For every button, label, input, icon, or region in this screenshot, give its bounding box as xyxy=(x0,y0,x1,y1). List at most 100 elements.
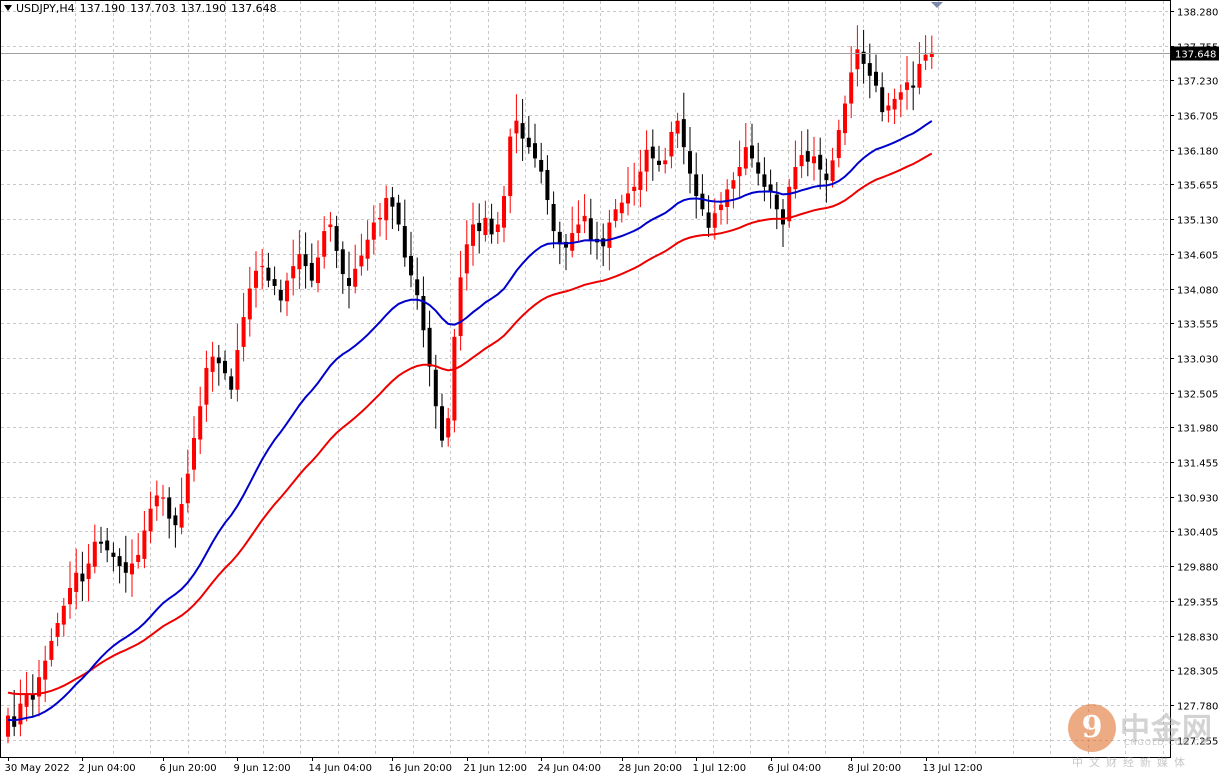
candle-body xyxy=(167,497,172,519)
candle-body xyxy=(216,357,221,364)
candle-body xyxy=(68,587,72,605)
chart-header: USDJPY,H4 137.190 137.703 137.190 137.648 xyxy=(4,2,282,15)
candle-body xyxy=(849,72,854,104)
collapse-triangle-icon[interactable] xyxy=(4,5,12,11)
candle-body xyxy=(303,254,308,267)
candle-body xyxy=(880,87,885,113)
candle-body xyxy=(390,197,395,207)
candle-body xyxy=(297,254,302,270)
y-tick-label: 128.305 xyxy=(1177,667,1218,678)
candle-body xyxy=(92,541,97,567)
candle-body xyxy=(12,716,17,727)
candle-body xyxy=(694,174,699,197)
candle-body xyxy=(136,554,141,562)
candle-body xyxy=(154,495,159,507)
y-tick-label: 130.405 xyxy=(1177,528,1218,539)
x-tick-label: 14 Jun 04:00 xyxy=(309,763,373,774)
candle-body xyxy=(471,224,475,246)
low-value: 137.190 xyxy=(180,2,227,15)
candle-body xyxy=(229,376,234,390)
candle-body xyxy=(712,213,717,228)
candle-body xyxy=(688,151,692,174)
candle-body xyxy=(49,640,54,660)
y-tick-label: 134.605 xyxy=(1177,251,1218,262)
candle-body xyxy=(55,623,60,637)
open-value: 137.190 xyxy=(79,2,126,15)
x-tick-label: 13 Jul 12:00 xyxy=(923,763,983,774)
candle-body xyxy=(607,222,612,248)
candle-body xyxy=(378,217,382,220)
candle-body xyxy=(6,715,10,737)
candle-body xyxy=(824,173,829,181)
y-tick-label: 137.230 xyxy=(1177,77,1218,88)
y-tick-label: 129.355 xyxy=(1177,598,1218,609)
candle-body xyxy=(440,406,444,441)
candle-body xyxy=(452,336,457,421)
x-tick-label: 2 Jun 04:00 xyxy=(79,763,136,774)
candle-body xyxy=(886,105,891,111)
candle-body xyxy=(836,129,841,158)
candle-body xyxy=(657,160,661,165)
candle-body xyxy=(105,540,110,551)
candle-body xyxy=(241,317,246,347)
candle-body xyxy=(117,556,122,567)
watermark: 9 中金网 CNGOLD.COM.CN 中文财经新媒体 xyxy=(1068,702,1218,769)
candle-body xyxy=(632,186,637,192)
x-tick-label: 16 Jun 20:00 xyxy=(389,763,453,774)
candle-body xyxy=(526,137,531,148)
candle-body xyxy=(737,166,742,177)
candle-body xyxy=(365,239,370,259)
ma-fast-line xyxy=(7,120,933,722)
candle-body xyxy=(663,160,668,165)
candle-body xyxy=(477,222,482,232)
candle-body xyxy=(322,231,327,257)
symbol-label: USDJPY,H4 xyxy=(16,2,75,15)
candle-body xyxy=(731,180,736,189)
price-chart[interactable]: 138.280137.755137.230136.705136.180135.6… xyxy=(0,0,1227,776)
candle-body xyxy=(433,369,438,407)
candle-body xyxy=(185,473,190,504)
y-tick-label: 133.555 xyxy=(1177,320,1218,331)
candle-body xyxy=(427,327,432,367)
y-tick-label: 128.830 xyxy=(1177,633,1218,644)
watermark-subtitle: 中文财经新媒体 xyxy=(1072,756,1191,769)
candle-body xyxy=(551,203,556,232)
candle-body xyxy=(911,85,916,88)
candle-body xyxy=(756,162,761,174)
candle-body xyxy=(353,268,358,287)
candle-body xyxy=(799,155,804,167)
y-tick-label: 131.980 xyxy=(1177,424,1218,435)
candle-body xyxy=(905,82,909,90)
y-tick-label: 130.930 xyxy=(1177,494,1218,505)
candle-body xyxy=(700,193,705,210)
candle-body xyxy=(539,159,544,172)
x-tick-label: 8 Jul 20:00 xyxy=(848,763,902,774)
candle-body xyxy=(24,693,29,707)
candle-body xyxy=(508,136,513,197)
candle-body xyxy=(669,131,674,157)
y-tick-label: 132.505 xyxy=(1177,390,1218,401)
candle-body xyxy=(892,98,897,110)
y-tick-label: 131.455 xyxy=(1177,459,1218,470)
candle-body xyxy=(334,226,339,251)
candle-body xyxy=(787,186,792,222)
candle-body xyxy=(130,563,134,575)
candle-body xyxy=(384,198,389,221)
candle-body xyxy=(254,270,258,288)
candle-body xyxy=(396,202,401,225)
candle-body xyxy=(762,174,767,187)
high-value: 137.703 xyxy=(130,2,176,15)
candle-body xyxy=(768,184,773,192)
candle-body xyxy=(867,63,872,76)
watermark-url: CNGOLD.COM.CN xyxy=(1124,738,1208,747)
candle-body xyxy=(18,703,23,725)
candle-body xyxy=(818,154,823,170)
chart-window[interactable]: 138.280137.755137.230136.705136.180135.6… xyxy=(0,0,1227,776)
x-tick-label: 6 Jul 04:00 xyxy=(768,763,822,774)
candle-body xyxy=(74,572,79,592)
candle-body xyxy=(309,262,314,281)
price-tag-label: 137.648 xyxy=(1175,50,1216,61)
candle-body xyxy=(402,226,407,258)
candle-body xyxy=(359,255,364,267)
x-tick-label: 1 Jul 12:00 xyxy=(693,763,747,774)
